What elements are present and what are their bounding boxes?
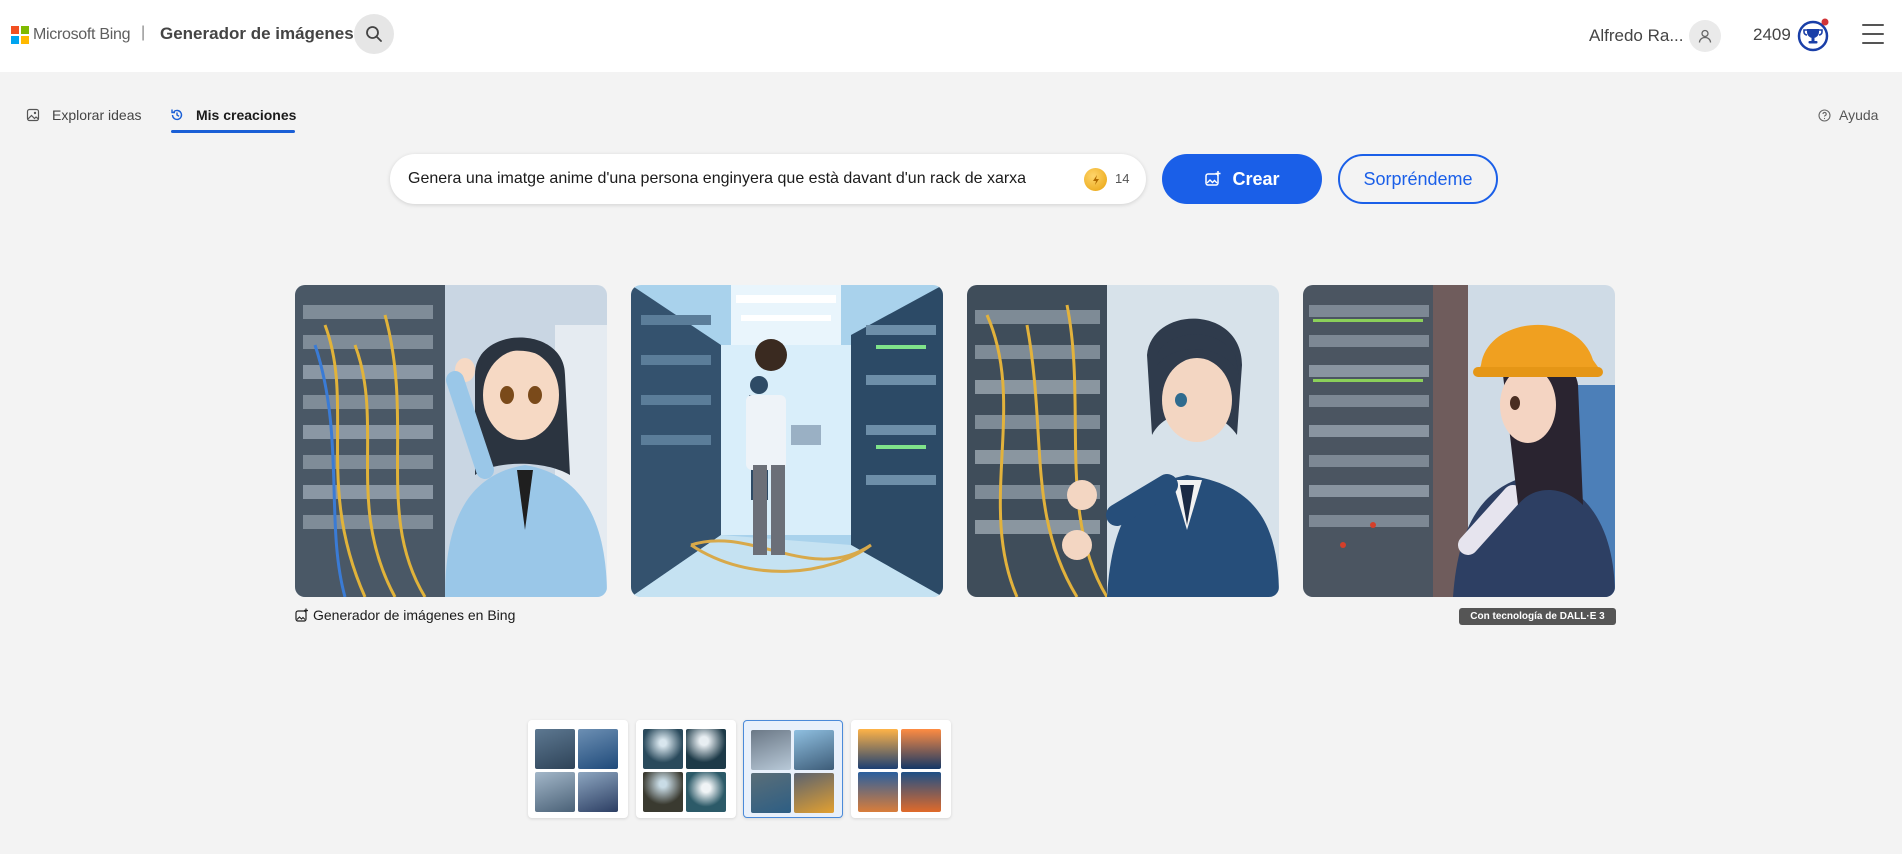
tab-explore-label: Explorar ideas [52,107,142,123]
boost-count: 14 [1115,171,1130,186]
result-image-4[interactable] [1303,285,1615,597]
prompt-input[interactable]: Genera una imatge anime d'una persona en… [408,170,1026,188]
history-thumbnail-4[interactable] [851,720,951,818]
search-icon [366,26,382,42]
prompt-input-box[interactable]: Genera una imatge anime d'una persona en… [390,154,1146,204]
hamburger-menu-icon[interactable] [1862,24,1884,44]
tab-my-creations[interactable]: Mis creaciones [170,107,296,123]
anime-engineer-image [295,285,607,597]
help-circle-icon [1818,108,1831,122]
help-link[interactable]: Ayuda [1818,107,1878,123]
history-icon [170,108,184,122]
user-avatar[interactable] [1689,20,1721,52]
history-thumbnail-3-selected[interactable] [743,720,843,818]
thumbnail-grid [535,729,618,812]
user-name[interactable]: Alfredo Ra... [1589,26,1684,46]
boost-coin-icon[interactable] [1084,168,1107,191]
dalle-badge: Con tecnología de DALL·E 3 [1459,608,1616,625]
anime-engineer-image [1303,285,1615,597]
history-thumbnail-1[interactable] [528,720,628,818]
header-separator: | [141,24,146,41]
anime-engineer-image [631,285,943,597]
product-title[interactable]: Generador de imágenes [160,24,354,44]
person-icon [1698,29,1712,43]
top-header: Microsoft Bing | Generador de imágenes A… [0,0,1902,72]
tab-my-creations-label: Mis creaciones [196,107,297,123]
image-icon [26,108,40,122]
microsoft-logo-icon[interactable] [11,26,29,44]
result-image-1[interactable] [295,285,607,597]
brand-name[interactable]: Microsoft Bing [33,26,130,44]
history-thumbnail-2[interactable] [636,720,736,818]
image-creator-icon [295,608,309,622]
rewards-points[interactable]: 2409 [1753,25,1791,45]
result-image-3[interactable] [967,285,1279,597]
rewards-trophy-icon[interactable] [1797,18,1831,52]
caption-text: Generador de imágenes en Bing [313,607,516,623]
tab-explore-ideas[interactable]: Explorar ideas [26,107,142,123]
anime-engineer-image [967,285,1279,597]
create-button[interactable]: Crear [1162,154,1322,204]
help-label: Ayuda [1839,107,1879,123]
thumbnail-grid [751,730,834,813]
generator-caption: Generador de imágenes en Bing [295,607,515,623]
active-tab-indicator [171,130,295,133]
result-image-2[interactable] [631,285,943,597]
surprise-me-button[interactable]: Sorpréndeme [1338,154,1498,204]
thumbnail-grid [643,729,726,812]
create-image-icon [1204,170,1222,188]
create-label: Crear [1232,168,1280,189]
thumbnail-grid [858,729,941,812]
search-button[interactable] [354,14,394,54]
